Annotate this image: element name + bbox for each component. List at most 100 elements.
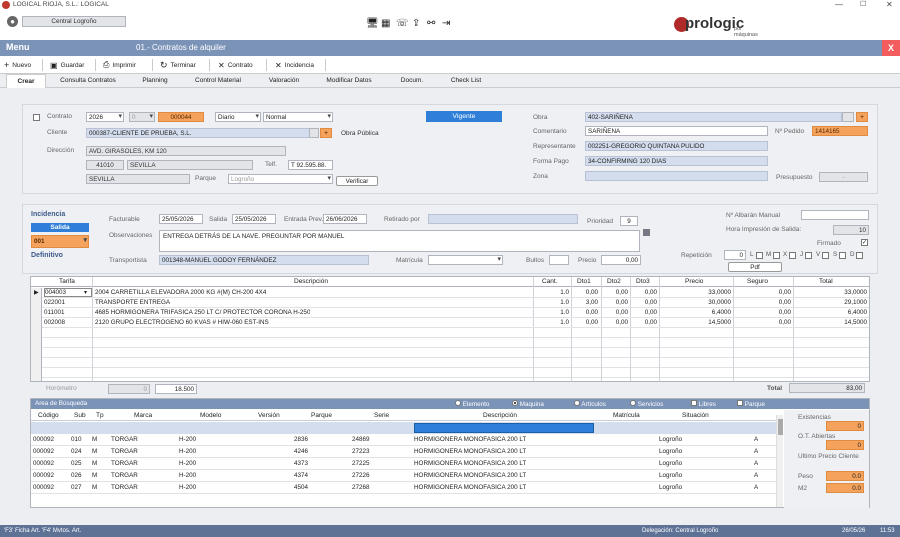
- price-field[interactable]: 0,00: [601, 255, 641, 265]
- check-parque[interactable]: Parque: [737, 400, 765, 408]
- observations-toggle[interactable]: [643, 229, 650, 236]
- col-descripcion[interactable]: Descripción: [483, 412, 517, 419]
- search-row[interactable]: 000092 027 M TORGAR H-200 4504 27268 HORMIGONER…: [31, 482, 783, 494]
- day-checkbox-d[interactable]: [856, 252, 863, 259]
- year-select[interactable]: 2026: [86, 112, 124, 122]
- search-row[interactable]: 000092 024 M TORGAR H-200 4246 27223 HORMIGONER…: [31, 446, 783, 458]
- logout-icon[interactable]: ⇥: [442, 18, 450, 29]
- client-add-button[interactable]: +: [320, 128, 332, 138]
- address-field[interactable]: AVD. GIRASOLES, KM 120: [86, 146, 286, 156]
- col-precio[interactable]: Precio: [685, 278, 703, 285]
- col-sub[interactable]: Sub: [74, 412, 86, 419]
- current-user-field[interactable]: Central Logroño: [22, 16, 126, 27]
- plate-select[interactable]: [428, 255, 503, 265]
- obra-add-button[interactable]: +: [856, 112, 868, 122]
- tarifa-cell[interactable]: 011001: [44, 308, 65, 318]
- table-row[interactable]: 002008 2120 GRUPO ELECTROGENO 60 KVAS # …: [42, 318, 869, 328]
- tab-check-list[interactable]: Check List: [442, 74, 490, 88]
- share-icon[interactable]: ⇪: [412, 18, 420, 29]
- close-window-icon[interactable]: ✕: [886, 0, 893, 9]
- new-button[interactable]: + Nuevo: [4, 59, 31, 71]
- contract-checkbox[interactable]: [33, 114, 40, 121]
- day-checkbox-x[interactable]: [789, 252, 796, 259]
- city-field[interactable]: SEVILLA: [127, 160, 253, 170]
- col-parque[interactable]: Parque: [311, 412, 332, 419]
- save-button[interactable]: ▣ Guardar: [50, 59, 84, 71]
- exit-date-field[interactable]: 25/05/2026: [232, 214, 276, 224]
- tab-valoracion[interactable]: Valoración: [258, 74, 310, 88]
- picked-up-by-field[interactable]: [428, 214, 578, 224]
- search-scrollbar[interactable]: [776, 415, 783, 507]
- day-checkbox-v[interactable]: [822, 252, 829, 259]
- col-descripcion[interactable]: Descripción: [294, 278, 328, 285]
- tarifa-cell[interactable]: 022001: [44, 298, 65, 308]
- carrier-field[interactable]: 001348-MANUEL GODOY FERNÁNDEZ: [159, 255, 369, 265]
- calendar-icon[interactable]: ▦: [381, 18, 390, 29]
- priority-field[interactable]: 9: [620, 216, 638, 226]
- col-tp[interactable]: Tp: [96, 412, 104, 419]
- scrollbar-thumb[interactable]: [778, 419, 783, 435]
- col-cantidad[interactable]: Cant.: [542, 278, 558, 285]
- menu-label[interactable]: Menu: [6, 42, 30, 52]
- phone-icon[interactable]: ☏: [396, 18, 409, 29]
- close-document-button[interactable]: X: [882, 40, 900, 56]
- order-number-field[interactable]: 1414165: [812, 126, 868, 136]
- serie-select[interactable]: 0: [129, 112, 155, 122]
- tab-crear[interactable]: Crear: [6, 74, 46, 88]
- col-seguro[interactable]: Seguro: [747, 278, 768, 285]
- observations-field[interactable]: ENTREGA DETRÁS DE LA NAVE. PREGUNTAR POR…: [159, 230, 640, 252]
- col-situacion[interactable]: Situación: [682, 412, 709, 419]
- hour-meter-start-field[interactable]: 0: [108, 384, 150, 394]
- incident-button[interactable]: ✕ Incidencia: [275, 59, 314, 71]
- signed-checkbox[interactable]: ✓: [861, 239, 868, 246]
- client-lookup-button[interactable]: [309, 128, 319, 138]
- expected-return-field[interactable]: 26/06/2026: [323, 214, 367, 224]
- org-chart-icon[interactable]: ⚯: [427, 18, 435, 29]
- tab-planning[interactable]: Planning: [130, 74, 180, 88]
- col-codigo[interactable]: Código: [38, 412, 59, 419]
- maximize-icon[interactable]: ☐: [860, 0, 866, 8]
- pdf-button[interactable]: Pdf: [728, 262, 782, 272]
- col-serie[interactable]: Serie: [374, 412, 389, 419]
- table-row[interactable]: 004003 ▾ 2004 CARRETILLA ELEVADORA 2000 …: [42, 288, 869, 298]
- print-hour-field[interactable]: 10: [833, 225, 869, 235]
- check-libres[interactable]: Libres: [691, 400, 716, 408]
- radio-maquina[interactable]: Maquina: [512, 400, 544, 408]
- contract-button[interactable]: ✕ Contrato: [218, 59, 253, 71]
- minimize-icon[interactable]: —: [835, 0, 843, 9]
- client-field[interactable]: 000387-CLIENTE DE PRUEBA, S.L.: [86, 128, 318, 138]
- day-checkbox-s[interactable]: [839, 252, 846, 259]
- tab-control-material[interactable]: Control Material: [186, 74, 250, 88]
- table-row[interactable]: 022001 TRANSPORTE ENTREGA 1.0 3,00 0,00 …: [42, 298, 869, 308]
- obra-lookup-button[interactable]: [842, 112, 854, 122]
- finish-button[interactable]: ↻ Terminar: [160, 59, 196, 71]
- verify-button[interactable]: Verificar: [336, 176, 378, 186]
- col-dto2[interactable]: Dto2: [607, 278, 621, 285]
- col-matricula[interactable]: Matrícula: [613, 412, 640, 419]
- radio-servicios[interactable]: Servicios: [630, 400, 663, 408]
- col-marca[interactable]: Marca: [134, 412, 152, 419]
- col-tarifa[interactable]: Tarifa: [59, 278, 75, 285]
- manual-delivery-note-field[interactable]: [801, 210, 869, 220]
- monitor-icon[interactable]: 🖥: [366, 18, 379, 29]
- search-row[interactable]: 000092 025 M TORGAR H-200 4373 27225 HORMIGONER…: [31, 458, 783, 470]
- parque-select[interactable]: Logroño: [228, 174, 333, 184]
- packages-field[interactable]: [549, 255, 569, 265]
- col-total[interactable]: Total: [819, 278, 833, 285]
- province-field[interactable]: SEVILLA: [86, 174, 190, 184]
- hour-meter-end-field[interactable]: 18.500: [155, 384, 197, 394]
- budget-field[interactable]: -: [819, 172, 868, 182]
- postal-code-field[interactable]: 41010: [86, 160, 124, 170]
- comment-field[interactable]: SARIÑENA: [585, 126, 768, 136]
- day-checkbox-j[interactable]: [805, 252, 812, 259]
- day-checkbox-l[interactable]: [756, 252, 763, 259]
- tab-consulta-contratos[interactable]: Consulta Contratos: [52, 74, 124, 88]
- contract-number-field[interactable]: 000044: [158, 112, 204, 122]
- col-dto3[interactable]: Dto3: [636, 278, 650, 285]
- search-row[interactable]: 000092 026 M TORGAR H-200 4374 27226 HORMIGONER…: [31, 470, 783, 482]
- search-row[interactable]: 000092 010 M TORGAR H-200 2836 24869 HORMIGONER…: [31, 434, 783, 446]
- representative-field[interactable]: 002251-GREGORIO QUINTANA PULIDO: [585, 141, 768, 151]
- col-modelo[interactable]: Modelo: [200, 412, 221, 419]
- col-dto1[interactable]: Dto1: [577, 278, 591, 285]
- phone-field[interactable]: T 92.595.88.: [288, 160, 333, 170]
